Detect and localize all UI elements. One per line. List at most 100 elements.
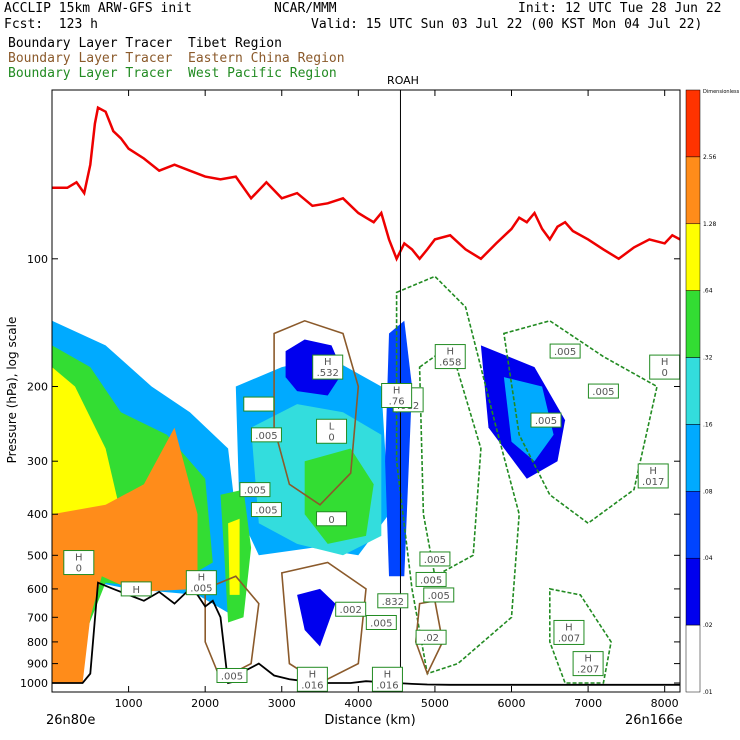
extremum-letter: H xyxy=(584,654,592,665)
x-tick-label: 4000 xyxy=(344,697,372,710)
y-tick-label: 1000 xyxy=(20,677,48,690)
colorbar-label-7: .02 xyxy=(703,622,713,629)
extremum-value: .005 xyxy=(244,486,266,497)
colorbar-label-8: .01 xyxy=(703,689,713,696)
y-axis-label: Pressure (hPa), log scale xyxy=(5,317,19,464)
extremum-letter: H xyxy=(565,622,573,633)
extremum-label-8: H.532 xyxy=(312,354,344,380)
extremum-value: .005 xyxy=(535,416,557,427)
extremum-label-17: H.76 xyxy=(381,382,413,408)
extremum-label-6: .005 xyxy=(239,482,271,498)
extremum-label-3: .005 xyxy=(216,667,248,683)
x-tick-label: 7000 xyxy=(574,697,602,710)
extremum-value: .007 xyxy=(558,633,580,644)
y-tick-label: 400 xyxy=(27,508,48,521)
y-tick-label: 900 xyxy=(27,658,48,671)
extremum-value: 0 xyxy=(328,432,334,443)
extremum-value: .005 xyxy=(370,618,392,629)
extremum-letter: H xyxy=(393,385,401,396)
extremum-value: .02 xyxy=(423,633,439,644)
colorbar-swatch-5 xyxy=(685,424,701,492)
extremum-label-0: H0 xyxy=(63,550,95,576)
colorbar-swatch-0 xyxy=(685,89,701,158)
extremum-value: .005 xyxy=(420,575,442,586)
colorbar-swatch-8 xyxy=(685,624,701,693)
extremum-label-12: H.016 xyxy=(296,666,328,692)
extremum-label-19: .005 xyxy=(419,551,451,567)
x-tick-label: 5000 xyxy=(421,697,449,710)
colorbar-swatch-7 xyxy=(685,557,701,626)
extremum-letter: H xyxy=(649,466,657,477)
extremum-label-13: H.016 xyxy=(371,666,403,692)
extremum-label-1: H xyxy=(120,581,152,597)
colorbar-label-4: .16 xyxy=(703,421,713,428)
x-tick-label: 6000 xyxy=(498,697,526,710)
tracer-region-13 xyxy=(228,518,240,595)
y-tick-label: 700 xyxy=(27,611,48,624)
cross-section-chart: H0HH.005.005.005.005.005H.532L00.002H.01… xyxy=(5,74,740,728)
extremum-value: .532 xyxy=(317,368,339,379)
colorbar-label-2: .64 xyxy=(703,288,713,295)
extremum-value: .832 xyxy=(382,597,404,608)
extremum-label-21: .005 xyxy=(423,587,455,603)
extremum-label-14: .005 xyxy=(365,614,397,630)
extremum-letter: H xyxy=(384,669,392,680)
extremum-letter: H xyxy=(132,585,140,596)
colorbar-swatch-1 xyxy=(685,156,701,225)
extremum-value: .207 xyxy=(577,665,599,676)
extremum-label-27: H.007 xyxy=(553,619,585,645)
extremum-label-10: 0 xyxy=(316,511,348,527)
tracer-region-8 xyxy=(385,320,412,577)
extremum-label-20: .005 xyxy=(415,571,447,587)
y-tick-label: 800 xyxy=(27,636,48,649)
extremum-letter: H xyxy=(198,573,206,584)
y-tick-label: 200 xyxy=(27,381,48,394)
extremum-value: .005 xyxy=(255,506,277,517)
extremum-value: .005 xyxy=(424,555,446,566)
colorbar-label-5: .08 xyxy=(703,488,713,495)
extremum-value: .017 xyxy=(642,477,664,488)
extremum-letter: L xyxy=(329,421,335,432)
colorbar-swatch-4 xyxy=(685,357,701,425)
station-label: ROAH xyxy=(387,74,419,87)
y-tick-label: 300 xyxy=(27,455,48,468)
extremum-label-5: .005 xyxy=(250,427,282,443)
colorbar-label-0: 2.56 xyxy=(703,154,717,161)
extremum-value: .005 xyxy=(592,387,614,398)
extremum-label-11: .002 xyxy=(335,601,367,617)
extremum-label-15: .832 xyxy=(377,593,409,609)
extremum-label-7: .005 xyxy=(250,502,282,518)
extremum-label-28: H.207 xyxy=(572,651,604,677)
colorbar-label-3: .32 xyxy=(703,355,713,362)
colorbar-swatch-2 xyxy=(685,223,701,291)
extremum-value: .005 xyxy=(428,591,450,602)
colorbar-label-6: .04 xyxy=(703,555,713,562)
extremum-value: .005 xyxy=(221,671,243,682)
extremum-value: .002 xyxy=(340,605,362,616)
extremum-label-2: H.005 xyxy=(185,570,217,596)
extremum-letter: H xyxy=(309,669,317,680)
extremum-value: .658 xyxy=(439,358,461,369)
tracer-region-11 xyxy=(297,588,336,647)
x-tick-label: 2000 xyxy=(191,697,219,710)
extremum-label-22: .02 xyxy=(415,629,447,645)
x-tick-label: 3000 xyxy=(268,697,296,710)
x-start-label: 26n80e xyxy=(46,713,95,728)
colorbar-label-1: 1.28 xyxy=(703,221,717,228)
extremum-value: 0 xyxy=(661,368,667,379)
extremum-value: .76 xyxy=(389,396,405,407)
y-tick-label: 600 xyxy=(27,583,48,596)
tropopause-line xyxy=(52,105,680,262)
extremum-value: 0 xyxy=(76,564,82,575)
extremum-letter: H xyxy=(446,347,454,358)
extremum-letter: H xyxy=(661,357,669,368)
extremum-label-26: H.017 xyxy=(637,463,669,489)
x-tick-label: 1000 xyxy=(115,697,143,710)
colorbar: 2.561.28.64.32.16.08.04.02.01.005 xyxy=(685,89,717,696)
extremum-label-23: .005 xyxy=(549,343,581,359)
colorbar-swatch-3 xyxy=(685,290,701,358)
west-pacific-contour-3 xyxy=(418,344,482,578)
x-end-label: 26n166e xyxy=(625,713,683,728)
colorbar-swatch-6 xyxy=(685,491,701,559)
extremum-value: .005 xyxy=(554,347,576,358)
